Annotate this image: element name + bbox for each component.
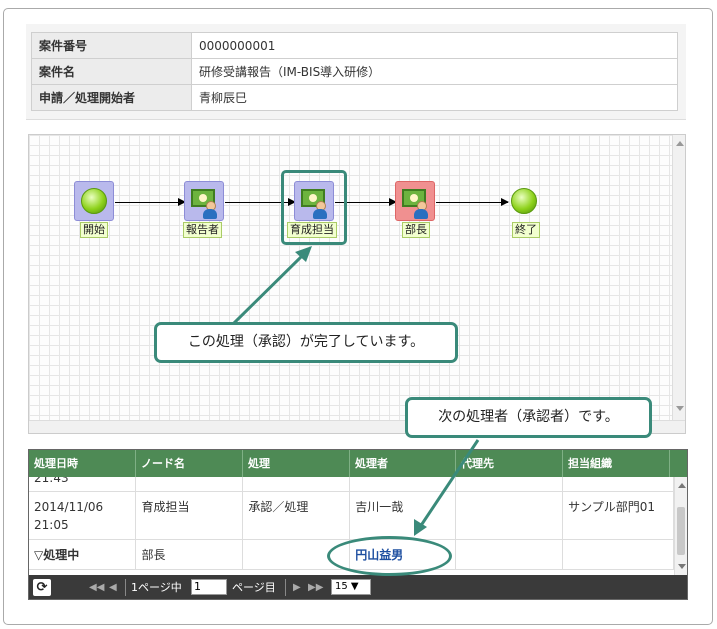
case-info-table: 案件番号 0000000001 案件名 研修受講報告（IM-BIS導入研修） 申… xyxy=(31,32,678,111)
flow-arrow xyxy=(115,198,186,206)
cell-action: 承認／処理 xyxy=(242,491,351,540)
table-row[interactable]: 2014/11/06 21:05 育成担当 承認／処理 吉川一哉 サンプル部門01 xyxy=(29,491,674,540)
flow-node-start[interactable] xyxy=(74,181,114,221)
pager-separator xyxy=(125,579,126,596)
callout-completed: この処理（承認）が完了しています。 xyxy=(154,322,458,363)
cell-processor xyxy=(349,477,457,492)
cell-node: 部長 xyxy=(135,539,244,570)
scroll-down-icon[interactable] xyxy=(678,564,686,569)
col-header-processor[interactable]: 処理者 xyxy=(350,450,456,477)
page-number-input[interactable]: 1 xyxy=(191,579,227,595)
case-name-value: 研修受講報告（IM-BIS導入研修） xyxy=(191,58,678,85)
page-size-value: 15 xyxy=(335,581,348,592)
cell-org xyxy=(562,477,674,492)
highlight-next-processor xyxy=(327,536,452,576)
flow-node-reporter[interactable] xyxy=(184,181,224,221)
col-header-date[interactable]: 処理日時 xyxy=(29,450,136,477)
pager-bar: ⟳ ◀◀ ◀ 1ページ中 1 ページ目 ▶ ▶▶ 15 ▼ xyxy=(29,575,687,599)
callout-next-processor: 次の処理者（承認者）です。 xyxy=(405,397,652,438)
prev-page-icon[interactable]: ◀ xyxy=(109,579,117,596)
start-icon xyxy=(81,188,107,214)
pager-page-prefix: 1ページ中 xyxy=(131,581,182,594)
cell-proxy xyxy=(455,491,564,540)
applicant-row: 申請／処理開始者 青柳辰巳 xyxy=(31,84,678,111)
canvas-vertical-scrollbar[interactable] xyxy=(672,135,685,433)
case-number-row: 案件番号 0000000001 xyxy=(31,32,678,59)
pager-separator xyxy=(285,579,286,596)
cell-date: 21:43 xyxy=(29,477,137,492)
end-icon[interactable] xyxy=(511,188,537,214)
scroll-down-icon[interactable] xyxy=(676,406,684,411)
case-name-row: 案件名 研修受講報告（IM-BIS導入研修） xyxy=(31,58,678,85)
case-number-value: 0000000001 xyxy=(191,32,678,59)
scroll-up-icon[interactable] xyxy=(678,483,686,488)
cell-date: ▽処理中 xyxy=(29,539,137,570)
history-grid: 処理日時 ノード名 処理 処理者 代理先 担当組織 21:43 2014/11/… xyxy=(28,449,688,600)
col-header-org[interactable]: 担当組織 xyxy=(563,450,670,477)
first-page-icon[interactable]: ◀◀ xyxy=(89,579,104,596)
cell-action xyxy=(242,477,351,492)
col-header-node[interactable]: ノード名 xyxy=(136,450,243,477)
refresh-icon[interactable]: ⟳ xyxy=(33,579,51,596)
flow-arrow xyxy=(436,198,509,206)
cell-org: サンプル部門01 xyxy=(562,491,674,540)
page-size-select[interactable]: 15 ▼ xyxy=(331,579,371,595)
table-row[interactable]: 21:43 xyxy=(29,477,674,492)
scroll-up-icon[interactable] xyxy=(676,141,684,146)
highlight-completed-node xyxy=(281,170,347,245)
case-name-label: 案件名 xyxy=(31,58,192,85)
last-page-icon[interactable]: ▶▶ xyxy=(308,579,323,596)
cell-processor: 吉川一哉 xyxy=(349,491,457,540)
cell-proxy xyxy=(455,477,564,492)
flow-canvas: 開始 報告者 育成担当 部長 終了 xyxy=(28,134,686,434)
flow-node-reporter-label: 報告者 xyxy=(183,222,222,238)
cell-node xyxy=(135,477,244,492)
history-grid-header: 処理日時 ノード名 処理 処理者 代理先 担当組織 xyxy=(29,450,687,477)
grid-vertical-scrollbar[interactable] xyxy=(674,477,687,575)
cell-date: 2014/11/06 21:05 xyxy=(29,491,137,540)
applicant-label: 申請／処理開始者 xyxy=(31,84,192,111)
cell-org xyxy=(562,539,674,570)
col-header-proxy[interactable]: 代理先 xyxy=(456,450,563,477)
flow-node-manager-label: 部長 xyxy=(402,222,430,238)
case-number-label: 案件番号 xyxy=(31,32,192,59)
pager-page-suffix: ページ目 xyxy=(232,581,276,594)
user-icon xyxy=(413,201,429,219)
applicant-value: 青柳辰巳 xyxy=(191,84,678,111)
user-icon xyxy=(202,201,218,219)
flow-node-manager[interactable] xyxy=(395,181,435,221)
cell-proxy xyxy=(455,539,564,570)
cell-node: 育成担当 xyxy=(135,491,244,540)
flow-node-start-label: 開始 xyxy=(80,222,108,238)
scroll-thumb[interactable] xyxy=(677,507,685,555)
next-page-icon[interactable]: ▶ xyxy=(293,579,301,596)
flow-node-end-label: 終了 xyxy=(512,222,540,238)
col-header-action[interactable]: 処理 xyxy=(243,450,350,477)
